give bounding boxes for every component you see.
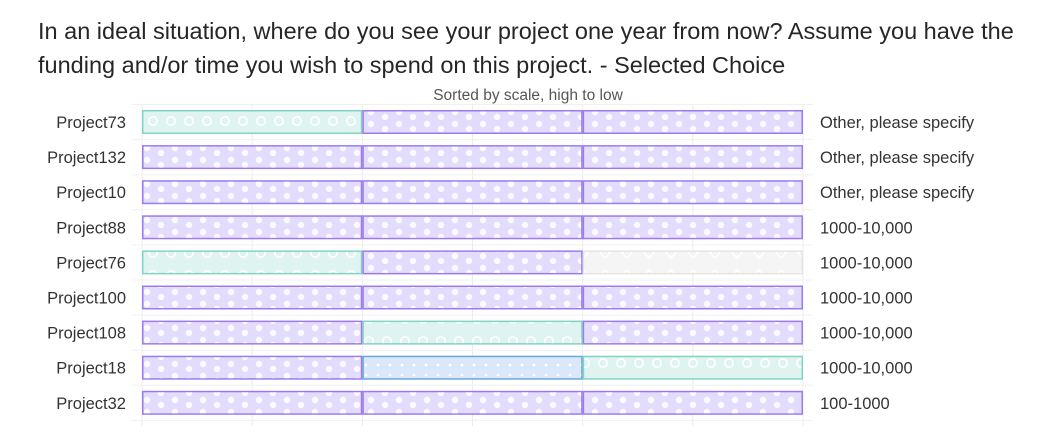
chart-row: Project18 1000-10,000: [56, 355, 913, 380]
bar-segment-texture: [363, 111, 582, 133]
bar-segment-texture: [143, 251, 361, 273]
bar-segment-texture: [143, 322, 361, 344]
bar-segment-texture: [143, 287, 361, 308]
bar-segment-texture: [584, 146, 802, 168]
chart-row: Project10 Other, please specify: [56, 180, 975, 205]
choice-label: 1000-10,000: [820, 219, 913, 237]
project-label: Project76: [56, 254, 126, 272]
bar-segment-texture: [584, 392, 802, 414]
chart-row: Project88 1000-10,000: [56, 215, 913, 240]
choice-label: 1000-10,000: [820, 360, 913, 378]
choice-label: Other, please specify: [820, 149, 975, 167]
project-label: Project88: [56, 219, 126, 237]
bar-segment-texture: [363, 146, 582, 168]
choice-label: 1000-10,000: [820, 290, 913, 308]
bar-segment-texture: [584, 357, 802, 379]
project-label: Project73: [56, 114, 126, 132]
bar-segment-texture: [363, 392, 582, 414]
bar-segment-texture: [584, 111, 802, 133]
bar-segment-texture: [584, 251, 802, 273]
project-label: Project10: [56, 184, 126, 202]
bar-segment-texture: [363, 287, 582, 308]
project-label: Project132: [47, 149, 126, 167]
bar-segment-texture: [363, 357, 582, 379]
chart-row: Project73 Other, please specify: [56, 110, 975, 134]
choice-label: 1000-10,000: [820, 254, 913, 272]
chart-row: Project76 1000-10,000: [56, 250, 913, 275]
bar-segment-texture: [363, 322, 582, 344]
chart-row: Project132 Other, please specify: [47, 145, 975, 170]
project-label: Project100: [47, 290, 126, 308]
chart-rows: Project73 Other, please specifyProject132…: [47, 110, 975, 415]
choice-label: Other, please specify: [820, 184, 975, 202]
chart-row: Project100 1000-10,000: [47, 285, 913, 310]
bar-segment-texture: [143, 216, 361, 238]
bar-segment-texture: [584, 322, 802, 344]
bar-segment-texture: [363, 216, 582, 238]
bar-segment-texture: [584, 181, 802, 203]
choice-label: 100-1000: [820, 395, 890, 413]
project-label: Project108: [47, 325, 126, 343]
chart-row: Project108 1000-10,000: [47, 320, 913, 345]
choice-label: Other, please specify: [820, 114, 975, 132]
bar-segment-texture: [363, 251, 582, 273]
chart-subtitle: Sorted by scale, high to low: [433, 87, 623, 104]
stacked-bar-chart: Sorted by scale, high to low Project73 Ot…: [47, 87, 975, 426]
project-label: Project18: [56, 360, 126, 378]
bar-segment-texture: [143, 111, 361, 133]
bar-segment-texture: [143, 146, 361, 168]
bar-segment-texture: [363, 181, 582, 203]
bar-segment-texture: [143, 392, 361, 414]
bar-segment-texture: [143, 181, 361, 203]
project-label: Project32: [56, 395, 126, 413]
choice-label: 1000-10,000: [820, 325, 913, 343]
bar-segment-texture: [584, 287, 802, 308]
bar-segment-texture: [584, 216, 802, 238]
bar-segment-texture: [143, 357, 361, 379]
chart-row: Project32 100-1000: [56, 390, 890, 415]
